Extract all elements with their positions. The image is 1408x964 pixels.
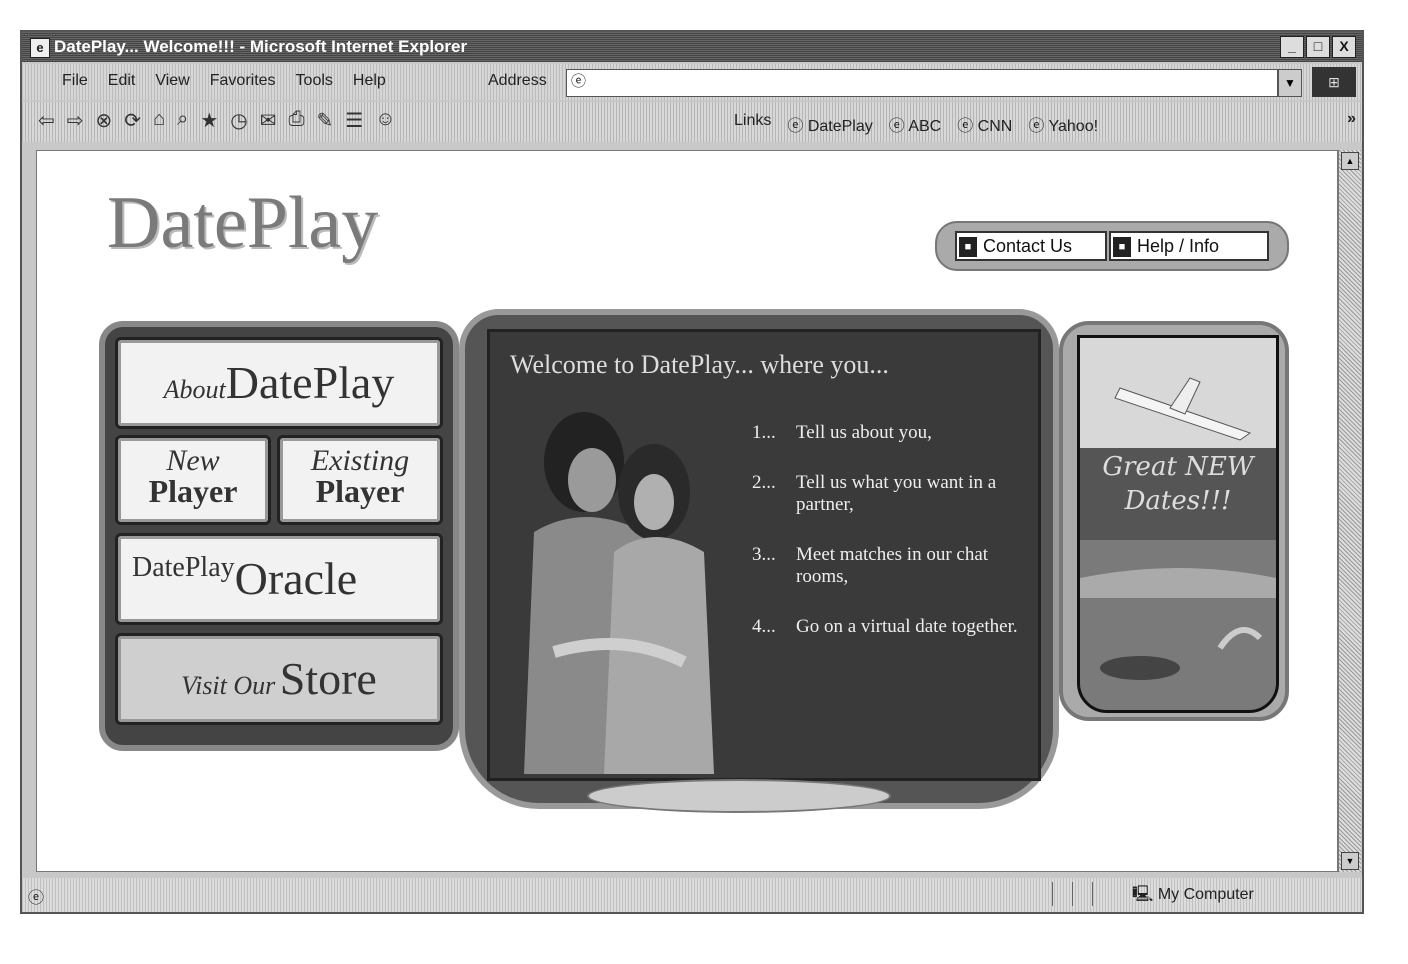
print-icon[interactable]: ⎙: [289, 108, 305, 133]
panel-base-oval: [587, 779, 891, 813]
close-button[interactable]: X: [1332, 36, 1356, 58]
window-title: DatePlay... Welcome!!! - Microsoft Inter…: [54, 37, 468, 56]
top-nav: ■ Contact Us ■ Help / Info: [935, 221, 1289, 271]
home-icon[interactable]: ⌂: [153, 108, 165, 133]
history-icon[interactable]: ◷: [230, 108, 247, 133]
bullet-icon: ■: [1113, 237, 1131, 258]
links-label: Links: [734, 112, 772, 129]
standard-toolbar: ⇦ ⇨ ⊗ ⟳ ⌂ ⌕ ★ ◷ ✉ ⎙ ✎ ☰ ☺ Links ⓔ DatePl…: [22, 102, 1362, 142]
menu-bar: File Edit View Favorites Tools Help Addr…: [22, 64, 1362, 100]
menu-edit[interactable]: Edit: [108, 72, 136, 90]
couple-image: [524, 412, 714, 774]
status-divider: [1092, 882, 1093, 906]
link-dateplay[interactable]: ⓔ DatePlay: [787, 112, 872, 136]
scroll-up-icon[interactable]: ▲: [1341, 152, 1359, 170]
scroll-down-icon[interactable]: ▼: [1341, 852, 1359, 870]
search-icon[interactable]: ⌕: [177, 108, 188, 133]
link-yahoo[interactable]: ⓔ Yahoo!: [1028, 112, 1098, 136]
welcome-screen: Welcome to DatePlay... where you... 1...…: [487, 329, 1041, 781]
link-cnn[interactable]: ⓔ CNN: [957, 112, 1012, 136]
stop-icon[interactable]: ⊗: [96, 108, 113, 133]
contact-us-button[interactable]: ■ Contact Us: [955, 231, 1107, 261]
step-4: 4... Go on a virtual date together.: [752, 616, 1018, 637]
steps-list: 1... Tell us about you, 2... Tell us what …: [752, 422, 1032, 666]
computer-icon: 🖳: [1132, 886, 1154, 903]
dateplay-oracle-button[interactable]: DatePlayOracle: [115, 533, 443, 625]
new-player-button[interactable]: New Player: [115, 435, 271, 525]
about-dateplay-button[interactable]: AboutDatePlay: [115, 337, 443, 429]
forward-icon[interactable]: ⇨: [67, 108, 84, 133]
maximize-button[interactable]: □: [1306, 36, 1330, 58]
address-dropdown-button[interactable]: ▼: [1278, 69, 1302, 97]
status-bar: ⓔ 🖳 My Computer: [22, 878, 1362, 912]
page-status-icon: ⓔ: [28, 890, 45, 907]
mail-icon[interactable]: ✉: [260, 108, 277, 133]
menu-view[interactable]: View: [155, 72, 189, 90]
welcome-panel: Welcome to DatePlay... where you... 1...…: [459, 309, 1059, 813]
menu-file[interactable]: File: [62, 72, 88, 90]
address-label: Address: [488, 72, 547, 89]
promo-image: [1080, 338, 1276, 710]
link-abc[interactable]: ⓔ ABC: [889, 112, 941, 136]
page-content: DatePlay ■ Contact Us ■ Help / Info AboutD…: [36, 150, 1338, 872]
browser-window: e DatePlay... Welcome!!! - Microsoft Int…: [20, 30, 1364, 914]
menu-help[interactable]: Help: [353, 72, 386, 90]
page-icon: ⓔ: [571, 73, 587, 90]
site-logo: DatePlay: [107, 182, 379, 264]
menu-favorites[interactable]: Favorites: [210, 72, 276, 90]
title-bar: e DatePlay... Welcome!!! - Microsoft Int…: [22, 32, 1362, 62]
left-menu-panel: AboutDatePlay New Player Existing Player…: [99, 321, 459, 751]
address-input[interactable]: ⓔ: [566, 69, 1278, 97]
bullet-icon: ■: [959, 237, 977, 258]
discuss-icon[interactable]: ☰: [345, 108, 363, 133]
status-divider: [1052, 882, 1053, 906]
messenger-icon[interactable]: ☺: [375, 108, 395, 133]
status-divider: [1072, 882, 1073, 906]
step-2: 2... Tell us what you want in a partner,: [752, 472, 997, 515]
menu-tools[interactable]: Tools: [296, 72, 333, 90]
visit-our-store-button[interactable]: Visit Our Store: [115, 633, 443, 725]
security-zone: 🖳 My Computer: [1132, 886, 1254, 903]
edit-icon[interactable]: ✎: [317, 108, 334, 133]
help-info-button[interactable]: ■ Help / Info: [1109, 231, 1269, 261]
links-overflow-chevron[interactable]: »: [1347, 110, 1356, 128]
promo-panel[interactable]: Great NEW Dates!!!: [1059, 321, 1289, 721]
favorites-icon[interactable]: ★: [200, 108, 218, 133]
existing-player-button[interactable]: Existing Player: [277, 435, 443, 525]
minimize-button[interactable]: _: [1280, 36, 1304, 58]
windows-logo-icon: ⊞: [1312, 67, 1356, 97]
step-1: 1... Tell us about you,: [752, 422, 932, 443]
welcome-heading: Welcome to DatePlay... where you...: [510, 350, 889, 379]
back-icon[interactable]: ⇦: [38, 108, 55, 133]
promo-text: Great NEW Dates!!!: [1102, 452, 1254, 516]
step-3: 3... Meet matches in our chat rooms,: [752, 544, 989, 587]
vertical-scrollbar[interactable]: ▲ ▼: [1338, 150, 1361, 872]
promo-screen[interactable]: Great NEW Dates!!!: [1077, 335, 1279, 713]
ie-icon: e: [30, 38, 50, 58]
refresh-icon[interactable]: ⟳: [124, 108, 141, 133]
